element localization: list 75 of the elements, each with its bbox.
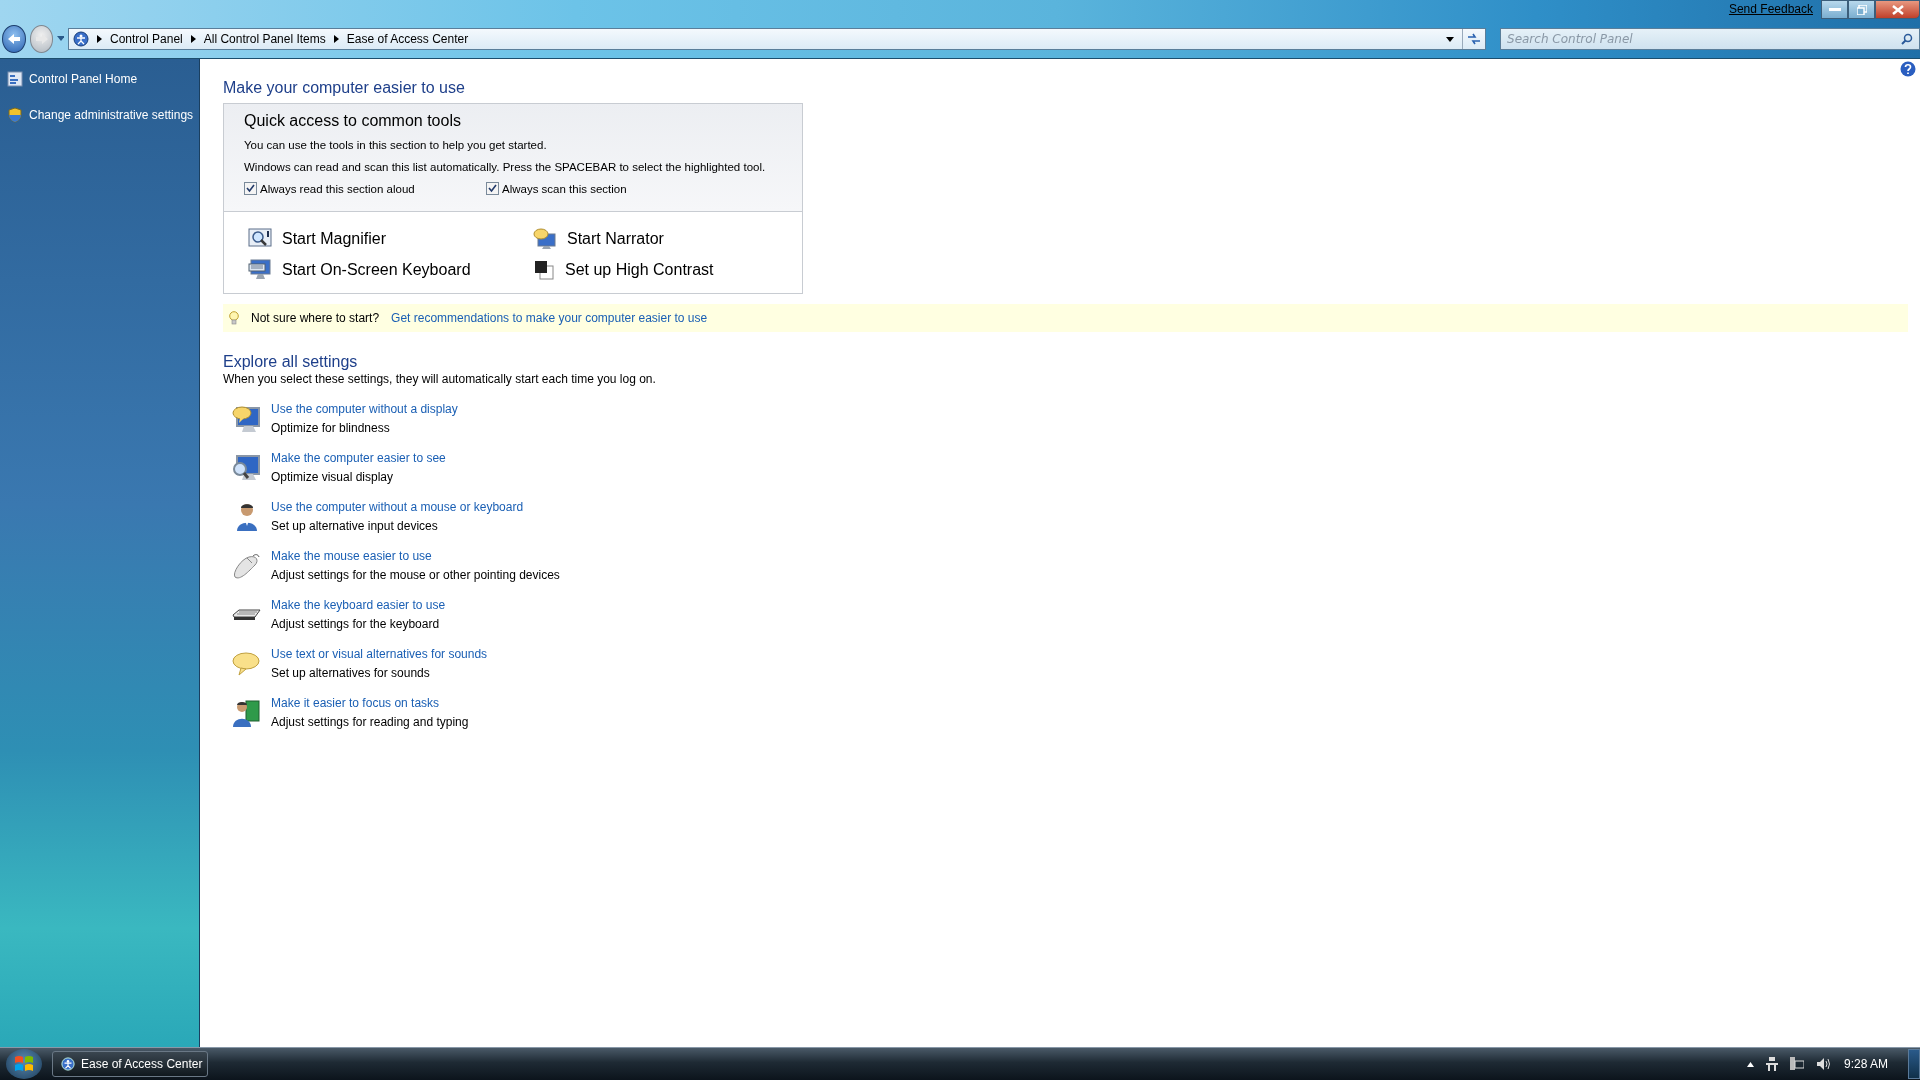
monitor-speech-icon: [231, 403, 261, 434]
checkbox-label[interactable]: Always scan this section: [502, 182, 627, 195]
minimize-button[interactable]: [1821, 0, 1848, 19]
help-icon[interactable]: [1900, 61, 1916, 77]
computer-icon[interactable]: [1789, 1057, 1804, 1071]
close-button[interactable]: [1875, 0, 1920, 19]
send-feedback-link[interactable]: Send Feedback: [1728, 2, 1813, 16]
setting-description: Set up alternatives for sounds: [271, 666, 431, 680]
ease-of-access-icon: [73, 31, 89, 47]
section-title: Quick access to common tools: [244, 112, 462, 130]
setting-link[interactable]: Use the computer without a display: [271, 402, 458, 416]
minimize-icon: [1828, 7, 1841, 12]
restore-icon: [1856, 4, 1867, 15]
setting-link[interactable]: Make the keyboard easier to use: [271, 598, 446, 612]
instruction-text: Windows can read and scan this list automatically. Press the SPACEBAR to select the highlighted tool.: [244, 160, 767, 174]
breadcrumb-arrow-icon[interactable]: [190, 35, 196, 43]
narrator-icon: [533, 228, 557, 250]
checkbox[interactable]: [486, 182, 499, 195]
setting-link[interactable]: Make the mouse easier to use: [271, 549, 560, 563]
control-panel-icon: [7, 71, 23, 87]
tip-text: Not sure where to start?: [251, 311, 380, 325]
setting-description: Adjust settings for the keyboard: [271, 617, 441, 631]
setting-link[interactable]: Use the computer without a mouse or keyboard: [271, 500, 524, 514]
setting-description: Adjust settings for reading and typing: [271, 715, 469, 729]
restore-button[interactable]: [1848, 0, 1875, 19]
volume-icon[interactable]: [1815, 1057, 1832, 1071]
address-bar[interactable]: Control Panel All Control Panel Items Ease of Access Center: [68, 28, 1486, 50]
back-button[interactable]: [2, 25, 26, 53]
page-title: Make your computer easier to use: [223, 79, 466, 97]
sidebar-link[interactable]: Control Panel Home: [29, 72, 138, 86]
ease-of-access-icon: [61, 1057, 75, 1071]
address-dropdown-icon[interactable]: [1446, 36, 1454, 42]
windows-flag-icon: [14, 1055, 34, 1073]
network-icon[interactable]: [1765, 1057, 1778, 1071]
tool-link[interactable]: Start Narrator: [567, 230, 664, 248]
recommendations-link[interactable]: Get recommendations to make your computer easier to use: [391, 311, 708, 325]
taskbar-button[interactable]: Ease of Access Center: [52, 1051, 208, 1077]
history-dropdown-icon[interactable]: [57, 36, 64, 42]
sidebar-link[interactable]: Change administrative settings: [29, 108, 194, 122]
section-title: Explore all settings: [223, 353, 359, 371]
clock[interactable]: 9:28 AM: [1843, 1057, 1888, 1071]
checkbox-label[interactable]: Always read this section aloud: [260, 182, 415, 195]
refresh-icon: [1467, 33, 1481, 45]
setting-description: Adjust settings for the mouse or other pointing devices: [271, 568, 560, 582]
checkbox[interactable]: [244, 182, 257, 195]
breadcrumb-item[interactable]: Control Panel: [110, 32, 183, 46]
instruction-text: You can use the tools in this section to help you get started.: [244, 138, 548, 152]
keyboard-icon: [248, 259, 272, 281]
setting-description: Optimize for blindness: [271, 421, 391, 435]
magnifier-icon: [248, 228, 272, 250]
show-hidden-icons-icon[interactable]: [1746, 1061, 1754, 1067]
breadcrumb-item[interactable]: All Control Panel Items: [203, 32, 326, 46]
back-arrow-icon: [6, 33, 21, 45]
setting-link[interactable]: Make it easier to focus on tasks: [271, 696, 469, 710]
setting-link[interactable]: Make the computer easier to see: [271, 451, 446, 465]
lightbulb-icon: [229, 310, 239, 326]
setting-description: Optimize visual display: [271, 470, 395, 484]
show-desktop-button[interactable]: [1908, 1049, 1920, 1079]
tool-link[interactable]: Set up High Contrast: [565, 261, 714, 279]
setting-description: Set up alternative input devices: [271, 519, 439, 533]
shield-icon: [7, 107, 23, 123]
close-icon: [1891, 4, 1904, 15]
search-field[interactable]: Search Control Panel: [1500, 28, 1920, 50]
breadcrumb-item[interactable]: Ease of Access Center: [346, 32, 469, 46]
breadcrumb-arrow-icon[interactable]: [97, 35, 102, 43]
section-description: When you select these settings, they will automatically start each time you log on.: [223, 372, 657, 386]
tool-link[interactable]: Start On-Screen Keyboard: [282, 261, 471, 279]
breadcrumb-arrow-icon[interactable]: [333, 35, 339, 43]
search-icon[interactable]: [1901, 33, 1913, 45]
person-book-icon: [231, 697, 261, 728]
monitor-magnifier-icon: [231, 452, 261, 483]
high-contrast-icon: [533, 259, 555, 281]
start-button[interactable]: [6, 1049, 42, 1079]
tool-link[interactable]: Start Magnifier: [282, 230, 387, 248]
setting-link[interactable]: Use text or visual alternatives for sounds: [271, 647, 488, 661]
